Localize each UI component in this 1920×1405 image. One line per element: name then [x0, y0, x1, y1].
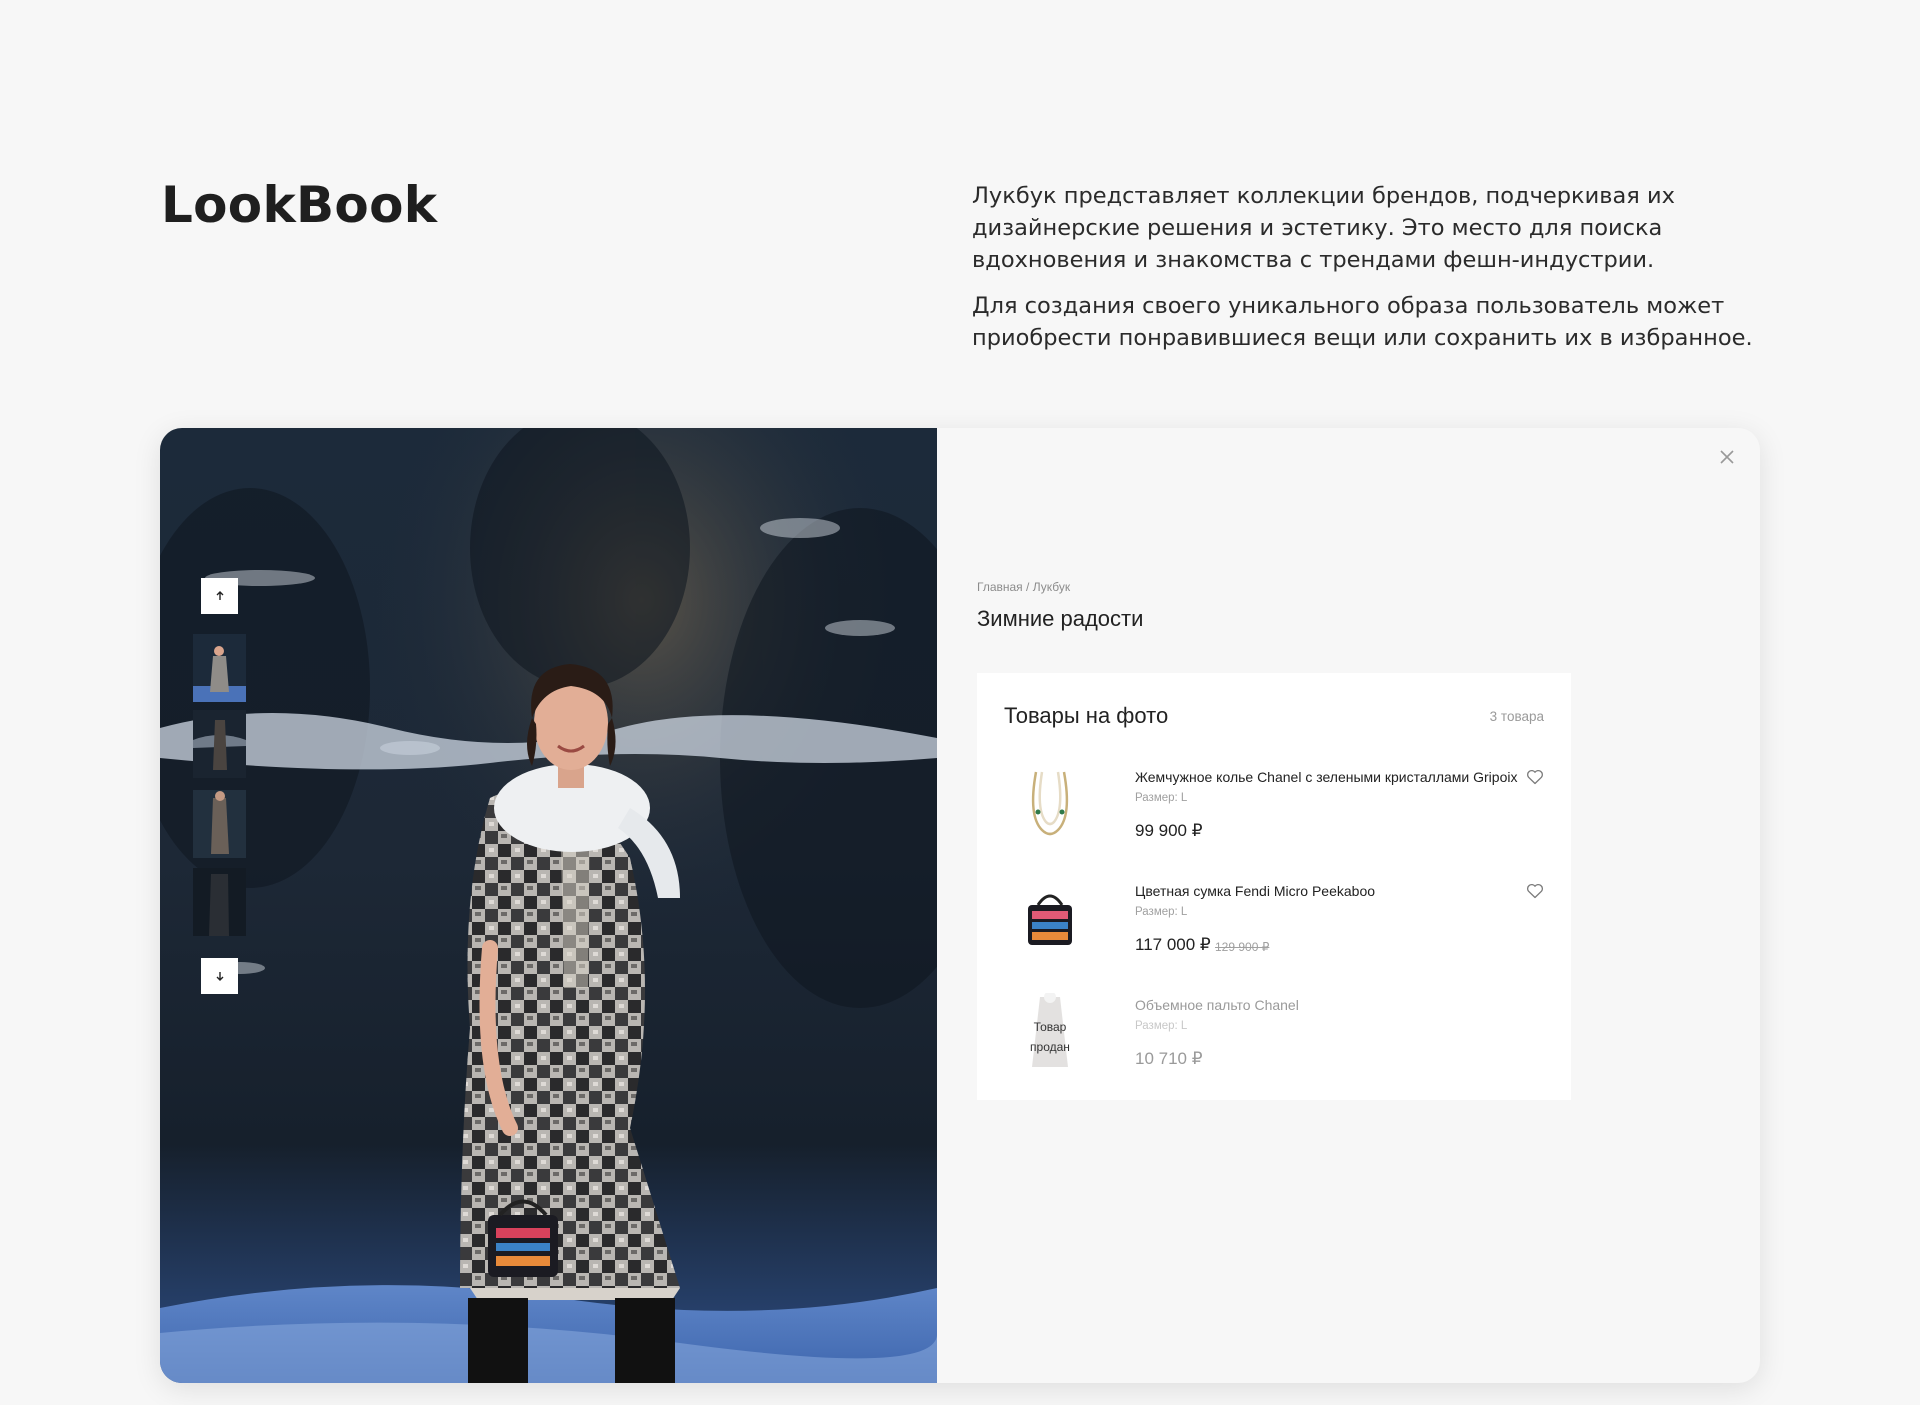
intro-paragraph-1: Лукбук представляет коллекции брендов, п… — [972, 183, 1675, 273]
look-title: Зимние радости — [977, 606, 1144, 631]
lookbook-photo — [160, 428, 937, 1383]
product-size: Размер: L — [1135, 1020, 1188, 1032]
heart-icon — [1527, 883, 1543, 899]
product-image-necklace — [1012, 763, 1088, 845]
product-image-bag — [1012, 877, 1088, 959]
thumbnail-1[interactable] — [193, 634, 246, 702]
favorite-button[interactable] — [1526, 883, 1544, 899]
products-header: Товары на фото 3 товара — [1004, 703, 1544, 733]
products-count: 3 товара — [1489, 709, 1544, 724]
favorite-button[interactable] — [1526, 769, 1544, 785]
close-button[interactable] — [1716, 446, 1738, 468]
look-details-panel: Главная / Лукбук Зимние радости Товары н… — [937, 428, 1760, 1383]
thumbnail-up-button[interactable] — [201, 578, 238, 614]
arrow-up-icon — [216, 591, 223, 600]
lookbook-viewer: Главная / Лукбук Зимние радости Товары н… — [160, 428, 1760, 1383]
product-item[interactable]: Товар продан Объемное пальто Chanel Разме… — [1004, 991, 1544, 1091]
products-title: Товары на фото — [1004, 703, 1169, 728]
heart-icon — [1527, 769, 1543, 785]
product-name[interactable]: Цветная сумка Fendi Micro Peekaboo — [1135, 883, 1375, 899]
product-price: 10 710 ₽ — [1135, 1049, 1203, 1068]
intro-text: Лукбук представляет коллекции брендов, п… — [972, 180, 1772, 368]
product-old-price: 129 900 ₽ — [1215, 940, 1270, 954]
thumbnail-2[interactable] — [193, 710, 246, 778]
page-title: LookBook — [161, 176, 438, 234]
product-item[interactable]: Жемчужное колье Chanel с зелеными криста… — [1004, 763, 1544, 863]
product-price: 99 900 ₽ — [1135, 821, 1203, 840]
breadcrumb-home-link[interactable]: Главная — [977, 580, 1023, 594]
breadcrumb: Главная / Лукбук — [977, 580, 1070, 594]
thumbnail-down-button[interactable] — [201, 958, 238, 994]
thumbnail-4[interactable] — [193, 868, 246, 936]
breadcrumb-current[interactable]: Лукбук — [1033, 580, 1070, 594]
products-card: Товары на фото 3 товара Жемчужное колье … — [977, 673, 1571, 1100]
product-image-coat: Товар продан — [1012, 991, 1088, 1073]
thumbnail-3[interactable] — [193, 790, 246, 858]
product-size: Размер: L — [1135, 906, 1188, 918]
close-icon — [1720, 450, 1734, 464]
product-name[interactable]: Жемчужное колье Chanel с зелеными криста… — [1135, 769, 1517, 785]
product-item[interactable]: Цветная сумка Fendi Micro Peekaboo Разме… — [1004, 877, 1544, 977]
lookbook-photo-image — [160, 428, 937, 1383]
sold-label: Товар продан — [1030, 1020, 1070, 1054]
intro-paragraph-2: Для создания своего уникального образа п… — [972, 293, 1753, 351]
product-name[interactable]: Объемное пальто Chanel — [1135, 997, 1299, 1013]
product-size: Размер: L — [1135, 792, 1188, 804]
breadcrumb-separator: / — [1022, 580, 1033, 594]
product-price: 117 000 ₽ — [1135, 935, 1211, 954]
arrow-down-icon — [216, 972, 223, 981]
